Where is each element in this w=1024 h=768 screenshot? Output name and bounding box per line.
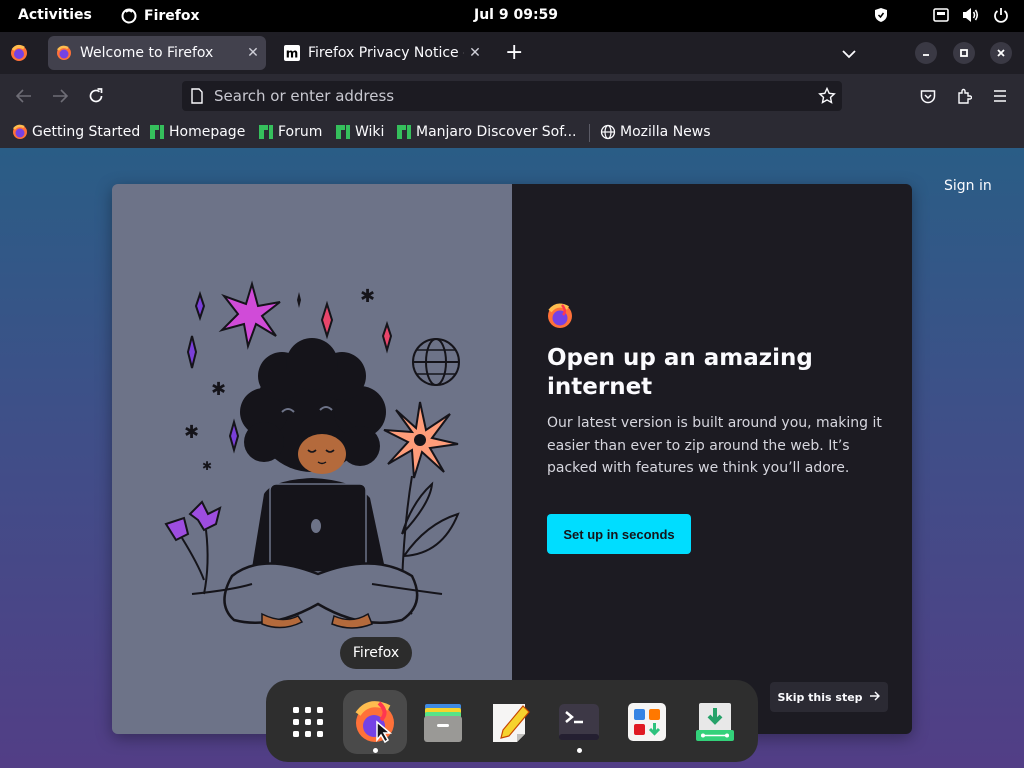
arrow-right-icon: [869, 691, 881, 704]
person-with-laptop-illustration: ✱ ✱ ✱ ✱: [164, 280, 460, 629]
software-center-icon: [628, 703, 666, 741]
dock-firefox[interactable]: [343, 690, 407, 754]
address-input[interactable]: [214, 87, 774, 105]
bookmark-forum[interactable]: Forum: [258, 124, 322, 140]
firefox-icon: [56, 45, 72, 61]
tab-label: Firefox Privacy Notice —: [308, 45, 464, 61]
sign-in-link[interactable]: Sign in: [944, 178, 992, 194]
bookmark-separator: [589, 124, 590, 142]
text-editor-icon: [493, 704, 530, 742]
bookmark-manjaro-discover[interactable]: Manjaro Discover Sof...: [396, 124, 577, 140]
firefox-icon: [12, 124, 28, 140]
firefox-icon: [355, 701, 394, 744]
tab-privacy-notice[interactable]: m Firefox Privacy Notice — ✕: [276, 36, 488, 70]
set-up-button[interactable]: Set up in seconds: [547, 514, 691, 554]
app-menu-label: Firefox: [144, 8, 200, 24]
bookmark-homepage[interactable]: Homepage: [149, 124, 245, 140]
pocket-icon[interactable]: [918, 86, 938, 106]
manjaro-icon: [396, 124, 412, 140]
tab-strip: Welcome to Firefox ✕ m Firefox Privacy N…: [0, 32, 1024, 74]
back-button[interactable]: [14, 86, 34, 106]
gnome-top-bar: Activities Firefox Jul 9 09:59: [0, 0, 1024, 32]
firefox-view-icon[interactable]: [10, 44, 28, 62]
svg-text:m: m: [286, 47, 299, 61]
power-icon[interactable]: [992, 6, 1010, 24]
firefox-icon: [547, 303, 573, 329]
skip-step-label: Skip this step: [777, 690, 863, 704]
bookmark-wiki[interactable]: Wiki: [335, 124, 384, 140]
dock-software[interactable]: [615, 690, 679, 754]
dash-dock: [266, 680, 758, 762]
forward-button[interactable]: [50, 86, 70, 106]
show-apps-button[interactable]: [276, 690, 340, 754]
minimize-button[interactable]: [915, 42, 937, 64]
app-menu[interactable]: Firefox: [120, 7, 200, 25]
illustration-panel: ✱ ✱ ✱ ✱: [112, 184, 512, 734]
network-icon[interactable]: [932, 6, 950, 24]
onboarding-card: ✱ ✱ ✱ ✱ Open up an amazing internet Our …: [112, 184, 912, 734]
page-content: Sign in ✱ ✱ ✱ ✱ Open up an amazing inter…: [0, 148, 1024, 768]
firefox-icon: [120, 7, 138, 25]
dock-text-editor[interactable]: [479, 690, 543, 754]
page-description: Our latest version is built around you, …: [547, 415, 882, 476]
close-window-button[interactable]: [990, 42, 1012, 64]
file-manager-icon: [424, 704, 462, 742]
svg-text:✱: ✱: [360, 286, 375, 307]
svg-text:✱: ✱: [211, 379, 226, 400]
page-icon: [190, 88, 204, 108]
dock-tooltip: Firefox: [340, 637, 412, 669]
svg-text:✱: ✱: [184, 422, 199, 443]
maximize-button[interactable]: [953, 42, 975, 64]
running-indicator: [576, 748, 582, 753]
bookmark-mozilla-news[interactable]: Mozilla News: [600, 124, 711, 140]
new-tab-button[interactable]: +: [505, 40, 523, 65]
mozilla-icon: m: [284, 45, 300, 61]
address-bar[interactable]: [182, 81, 842, 111]
message-panel: Open up an amazing internet Our latest v…: [512, 184, 912, 734]
skip-step-button[interactable]: Skip this step: [770, 682, 888, 712]
manjaro-icon: [335, 124, 351, 140]
hamburger-menu-icon[interactable]: [990, 86, 1010, 106]
dock-installer[interactable]: [683, 690, 747, 754]
globe-icon: [600, 124, 616, 140]
bookmarks-toolbar: Getting Started Homepage Forum Wiki Manj…: [0, 118, 1024, 148]
manjaro-icon: [258, 124, 274, 140]
tab-label: Welcome to Firefox: [80, 45, 214, 61]
star-icon[interactable]: [818, 86, 836, 109]
close-icon[interactable]: ✕: [464, 45, 486, 61]
activities-button[interactable]: Activities: [18, 7, 92, 23]
reload-button[interactable]: [86, 86, 106, 106]
app-grid-icon: [293, 707, 323, 737]
installer-icon: [696, 703, 734, 741]
navigation-toolbar: [0, 74, 1024, 118]
clock[interactable]: Jul 9 09:59: [474, 7, 558, 23]
system-tray[interactable]: [872, 6, 1010, 24]
dock-files[interactable]: [411, 690, 475, 754]
dock-terminal[interactable]: [547, 690, 611, 754]
bookmark-getting-started[interactable]: Getting Started: [12, 124, 140, 140]
extensions-icon[interactable]: [954, 86, 974, 106]
page-title: Open up an amazing internet: [547, 345, 813, 400]
manjaro-icon: [149, 124, 165, 140]
svg-text:✱: ✱: [202, 459, 212, 473]
tab-welcome[interactable]: Welcome to Firefox ✕: [48, 36, 266, 70]
volume-icon[interactable]: [962, 6, 980, 24]
close-icon[interactable]: ✕: [242, 45, 264, 61]
running-indicator: [372, 748, 378, 753]
terminal-icon: [559, 704, 599, 740]
shield-icon[interactable]: [872, 6, 890, 24]
chevron-down-icon[interactable]: [842, 44, 856, 63]
